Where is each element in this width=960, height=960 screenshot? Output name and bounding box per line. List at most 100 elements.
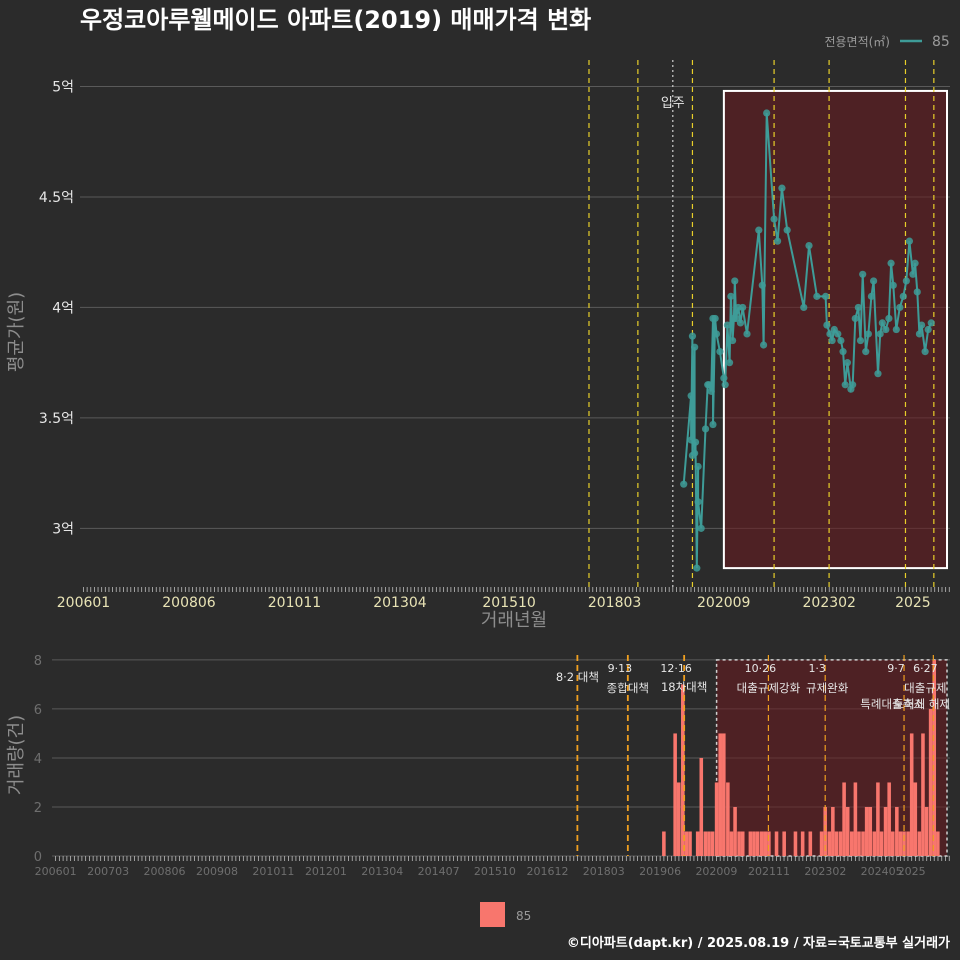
price-point [837,336,845,345]
source-footer: ©디아파트(dapt.kr) / 2025.08.19 / 자료=국토교통부 실… [567,935,950,951]
volume-bar [917,831,922,856]
volume-x-tick-label: 202302 [804,865,846,878]
price-point [889,281,897,289]
volume-bar [763,831,768,856]
bottom-legend: 85 [480,902,531,927]
volume-bar [857,831,861,856]
price-point [758,281,766,289]
policy-event-date: 1·3 [808,662,826,675]
volume-y-tick-label: 2 [34,801,42,816]
volume-bar [729,831,734,856]
volume-bar [710,831,715,856]
price-point [697,524,705,532]
price-point [834,330,842,338]
volume-bar [921,733,925,856]
volume-bar [676,782,681,856]
price-point [691,449,699,457]
price-point [773,237,782,245]
price-point [856,336,865,345]
price-point [882,325,890,334]
price-point [731,277,739,285]
price-point [902,277,910,285]
price-point [867,292,876,300]
price-point [887,259,895,267]
price-point [705,381,713,389]
volume-bar [695,831,700,856]
legend-bar-swatch [480,902,505,927]
volume-bar [906,831,910,856]
price-point [878,319,886,327]
price-point [849,381,857,389]
price-point [909,270,917,278]
price-point [800,303,808,312]
volume-bar [755,831,760,856]
volume-bar [827,831,832,856]
volume-bar [838,831,843,856]
x-axis-title: 거래년월 [481,610,547,631]
price-point [778,184,786,192]
policy-event-label: 대출규제강화 [737,681,801,695]
price-point [862,348,870,356]
volume-y-tick-label: 8 [34,654,42,669]
volume-bar [752,831,756,856]
volume-bar [793,831,798,856]
price-point [712,330,721,338]
policy-event-label: 대출규제 [904,681,946,695]
volume-bar [845,806,850,856]
policy-event-label: 18차대책 [661,680,707,694]
price-point [707,387,715,395]
volume-bar [673,733,677,856]
volume-bar [733,806,737,856]
chart-title: 우정코아루웰메이드 아파트(2019) 매매가격 변화 [80,6,591,34]
policy-event-date: 6·27 [913,662,938,675]
price-point [885,314,893,323]
y-tick-label: 4억 [52,300,74,316]
volume-x-tick-label: 2025 [898,865,926,878]
volume-bar [662,831,666,856]
volume-bar [718,733,722,856]
price-point [680,480,688,488]
volume-bar [842,782,846,856]
volume-bar [699,757,704,856]
volume-y-tick-label: 4 [34,752,42,767]
volume-x-tick-label: 201407 [418,865,460,878]
price-point [821,292,830,300]
policy-event-label: 8·2 대책 [556,670,599,684]
price-point [927,319,935,327]
policy-event-date: 12·16 [660,662,692,675]
volume-bar [726,782,730,856]
volume-bar [898,831,903,856]
volume-bar [740,831,745,856]
volume-x-tick-label: 201906 [639,865,681,878]
volume-bar [688,831,692,856]
price-point [694,462,702,471]
bottom-legend-label: 85 [516,909,531,923]
price-point [864,330,872,338]
price-point [828,336,836,345]
price-point [716,348,724,356]
volume-bar [864,806,869,856]
volume-bar [722,733,726,856]
price-point [892,325,900,334]
x-tick-label: 200601 [57,595,110,611]
price-point [723,321,731,329]
price-point [688,332,697,340]
volume-bar [909,733,914,856]
price-chart: 3억 3.5억 4억 4.5억 5억 200601 200806 201011 201304 20… [39,60,950,611]
y-tick-label: 3.5억 [39,411,74,427]
price-point [729,336,737,345]
volume-bar [936,831,940,856]
volume-bar [913,782,918,856]
x-tick-label: 202009 [697,595,750,611]
x-tick-label: 201011 [268,595,321,611]
price-point [691,438,700,446]
x-tick-label: 200806 [162,595,216,611]
price-point [921,348,929,356]
policy-event-label: 종합대책 [607,681,649,695]
x-tick-label: 202302 [803,595,856,611]
policy-event-date: 9·13 [608,662,633,675]
policy-event-date: 9·7 [887,662,905,675]
price-point [760,341,768,349]
price-point [911,259,919,267]
volume-x-tick-label: 200601 [35,865,77,878]
